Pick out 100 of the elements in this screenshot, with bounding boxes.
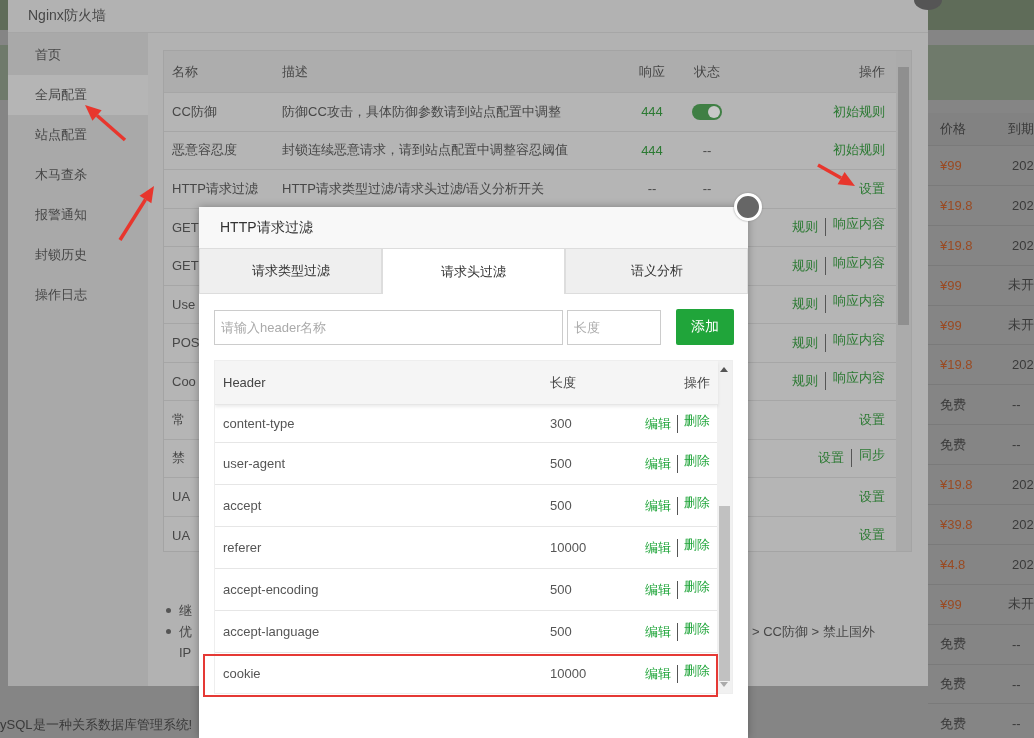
sidebar-item[interactable]: 操作日志: [8, 275, 148, 315]
table-cell: 202: [1012, 357, 1034, 373]
column-header: 状态: [694, 63, 720, 79]
tab[interactable]: 请求头过滤: [382, 248, 565, 294]
action-link[interactable]: 规则: [785, 295, 825, 314]
price-cell-text: ¥99: [939, 157, 963, 173]
action-link[interactable]: 响应内容: [825, 218, 885, 237]
action-link[interactable]: 删除: [677, 622, 710, 641]
add-button[interactable]: 添加: [676, 309, 734, 345]
action-link[interactable]: 初始规则: [826, 102, 885, 121]
table-cell: 500: [550, 624, 572, 639]
table-cell: 防御CC攻击，具体防御参数请到站点配置中调整: [282, 103, 561, 119]
note-text: IP: [179, 644, 192, 662]
scrollbar[interactable]: [896, 51, 911, 551]
table-cell: 10000: [550, 540, 587, 555]
action-link[interactable]: 响应内容: [825, 333, 885, 352]
column-header: 响应: [639, 63, 665, 79]
dialog-title: HTTP请求过滤: [220, 218, 313, 237]
action-link[interactable]: 响应内容: [825, 256, 885, 275]
action-link[interactable]: 初始规则: [826, 141, 885, 160]
table-cell: UA: [172, 527, 191, 543]
table-cell: user-agent: [223, 456, 286, 471]
action-link[interactable]: 同步: [851, 449, 885, 468]
table-cell: --: [702, 181, 712, 197]
close-icon[interactable]: [914, 0, 942, 10]
table-cell: 禁: [172, 450, 185, 466]
column-header: 到期: [1008, 120, 1034, 138]
price-cell-text: 免费: [939, 435, 967, 454]
action-link[interactable]: 删除: [677, 496, 710, 515]
price-cell-text: ¥19.8: [939, 197, 974, 213]
sidebar-item[interactable]: 木马查杀: [8, 155, 148, 195]
action-link[interactable]: 编辑: [639, 580, 677, 599]
action-link[interactable]: 设置: [852, 410, 885, 429]
action-link[interactable]: 删除: [677, 414, 710, 433]
price-cell-text: ¥19.8: [939, 477, 974, 493]
table-cell: UA: [172, 489, 191, 505]
length-field[interactable]: 长度: [567, 309, 661, 345]
price-cell-text: ¥99: [939, 317, 963, 333]
action-link[interactable]: 编辑: [639, 454, 677, 473]
action-link[interactable]: 编辑: [639, 414, 677, 433]
action-link[interactable]: 规则: [785, 218, 825, 237]
action-link[interactable]: 响应内容: [825, 372, 885, 391]
tab[interactable]: 请求类型过滤: [199, 248, 382, 293]
sidebar-item[interactable]: 报警通知: [8, 195, 148, 235]
toggle-switch[interactable]: [692, 104, 722, 121]
action-link[interactable]: 删除: [677, 454, 710, 473]
price-cell-text: ¥39.8: [939, 516, 974, 532]
action-link[interactable]: 规则: [785, 372, 825, 391]
arrow-annotation: [85, 105, 127, 142]
tab[interactable]: 语义分析: [565, 248, 748, 293]
scrollbar[interactable]: [717, 361, 732, 693]
price-cell-text: ¥4.8: [939, 556, 967, 572]
table-cell: 300: [550, 416, 572, 431]
price-cell-text: ¥99: [939, 277, 963, 293]
action-link[interactable]: 删除: [677, 580, 710, 599]
sidebar-item[interactable]: 站点配置: [8, 115, 148, 155]
price-cell-text: ¥19.8: [939, 237, 974, 253]
table-cell: 10000: [550, 666, 587, 681]
note-text: 继: [179, 602, 192, 620]
action-link[interactable]: 删除: [677, 538, 710, 557]
table-cell: 500: [550, 498, 572, 513]
table-cell: --: [1012, 716, 1021, 732]
header-name-field[interactable]: 请输入header名称: [214, 309, 563, 345]
action-link[interactable]: 删除: [677, 664, 710, 683]
sidebar-item[interactable]: 封锁历史: [8, 235, 148, 275]
price-cell-text: 免费: [939, 395, 967, 414]
action-link[interactable]: 编辑: [639, 622, 677, 641]
table-cell: 202: [1012, 477, 1034, 493]
table-cell: 202: [1012, 157, 1034, 173]
column-header: 描述: [282, 63, 308, 79]
table-cell: 500: [550, 456, 572, 471]
table-cell: 未开: [1008, 595, 1034, 614]
price-cell-text: 免费: [939, 635, 967, 654]
action-link[interactable]: 设置: [811, 449, 851, 468]
table-cell: --: [1012, 636, 1021, 652]
table-cell: GET: [172, 258, 199, 274]
action-link[interactable]: 设置: [852, 179, 885, 198]
note-text: > CC防御 > 禁止国外: [752, 623, 875, 641]
sidebar-item[interactable]: 首页: [8, 35, 148, 75]
action-link[interactable]: 编辑: [639, 538, 677, 557]
table-cell: 未开: [1008, 316, 1034, 334]
price-cell-text: ¥19.8: [939, 357, 974, 373]
table-cell: 202: [1012, 556, 1034, 572]
column-header: 价格: [939, 120, 967, 138]
action-link[interactable]: 响应内容: [825, 295, 885, 314]
action-link[interactable]: 编辑: [639, 496, 677, 515]
table-cell: --: [647, 181, 657, 197]
table-cell: Coo: [172, 373, 196, 389]
action-link[interactable]: 设置: [852, 487, 885, 506]
sidebar-item[interactable]: 全局配置: [8, 75, 148, 115]
table-cell: 444: [641, 104, 663, 120]
table-cell: 444: [641, 142, 663, 158]
action-link[interactable]: 设置: [852, 526, 885, 545]
action-link[interactable]: 规则: [785, 256, 825, 275]
table-cell: CC防御: [172, 103, 217, 119]
window-title: Nginx防火墙: [28, 7, 106, 25]
action-link[interactable]: 规则: [785, 333, 825, 352]
table-cell: --: [1012, 676, 1021, 692]
table-cell: cookie: [223, 666, 261, 681]
action-link[interactable]: 编辑: [639, 664, 677, 683]
